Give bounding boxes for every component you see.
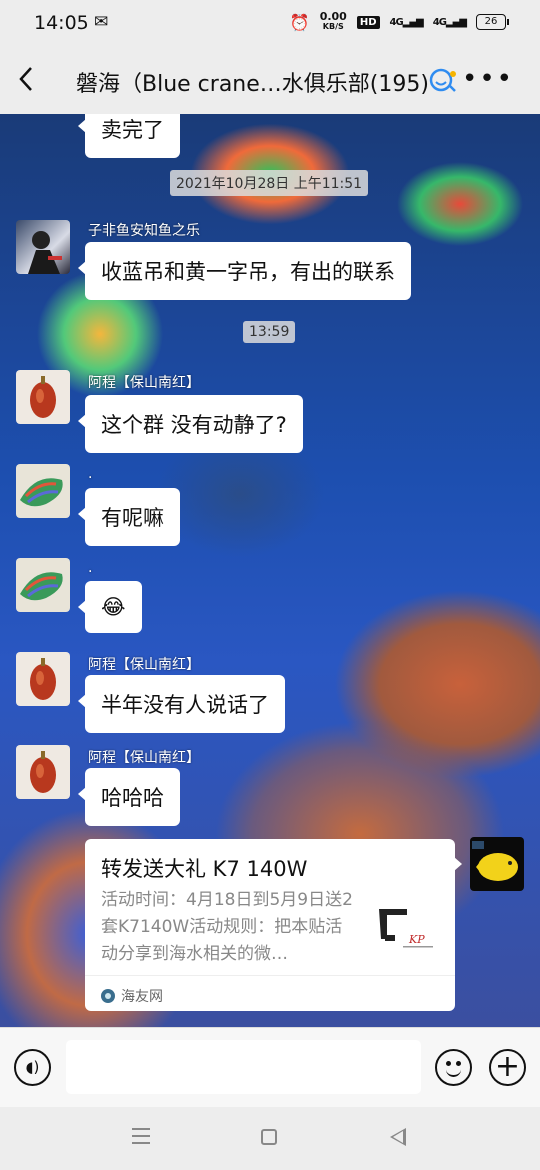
status-icons: ⏰ 0.00 KB/S HD 4G▂▄▆ 4G▂▄▆ 26 — [289, 10, 509, 32]
avatar[interactable] — [16, 558, 70, 612]
link-card[interactable]: 转发送大礼 K7 140W 活动时间：4月18日到5月9日送2套K7140W活动… — [85, 839, 462, 1011]
signal1-label: 4G — [389, 16, 404, 28]
message-bubble[interactable]: 半年没有人说话了 — [78, 675, 285, 733]
menu-nav-icon[interactable] — [132, 1128, 150, 1144]
timestamp: 2021年10月28日 上午11:51 — [170, 170, 369, 196]
message-bubble[interactable]: 有呢嘛 — [78, 488, 180, 546]
avatar-image — [30, 751, 56, 793]
emoji-button[interactable] — [435, 1049, 472, 1086]
chevron-left-icon — [19, 67, 32, 91]
avatar[interactable] — [16, 220, 70, 274]
message-input[interactable] — [66, 1040, 421, 1094]
message-bubble[interactable]: 😂 — [78, 581, 142, 633]
system-navbar — [0, 1107, 540, 1170]
message-bubble[interactable]: 收蓝吊和黄一字吊，有出的联系 — [78, 242, 411, 300]
signal2-label: 4G — [432, 16, 447, 28]
group-service-icon[interactable] — [428, 68, 458, 94]
svg-text:KP: KP — [408, 933, 425, 946]
avatar-image — [20, 478, 63, 507]
back-button[interactable] — [16, 64, 40, 96]
laughing-emoji-icon: 😂 — [101, 595, 126, 619]
wechat-icon: ✉ — [94, 12, 109, 32]
timestamp: 13:59 — [243, 321, 296, 343]
source-name: 海友网 — [121, 989, 163, 1005]
sender-name: 阿程【保山南红】 — [88, 657, 200, 673]
sender-name: . — [88, 466, 93, 482]
sender-name: 阿程【保山南红】 — [88, 750, 200, 766]
avatar[interactable] — [16, 370, 70, 424]
back-nav-icon[interactable] — [390, 1128, 406, 1146]
sender-name: . — [88, 560, 93, 576]
chat-area[interactable]: 卖完了 2021年10月28日 上午11:51 子非鱼安知鱼之乐 收蓝吊和黄一字… — [0, 114, 540, 1027]
voice-icon: ◖) — [25, 1058, 40, 1076]
avatar-image — [20, 572, 63, 601]
voice-button[interactable]: ◖) — [14, 1049, 51, 1086]
avatar-image — [472, 841, 518, 881]
netspeed-unit: KB/S — [322, 22, 344, 31]
message-bubble[interactable]: 哈哈哈 — [78, 768, 180, 826]
alarm-icon: ⏰ — [289, 12, 310, 32]
link-card-thumbnail: KP — [373, 895, 439, 961]
avatar[interactable] — [16, 745, 70, 799]
link-card-description: 活动时间：4月18日到5月9日送2套K7140W活动规则：把本贴活动分享到海水相… — [101, 890, 353, 964]
avatar-image — [30, 376, 56, 418]
input-bar: ◖) + — [0, 1027, 540, 1107]
avatar[interactable] — [16, 652, 70, 706]
message-bubble[interactable]: 卖完了 — [78, 114, 180, 158]
more-functions-button[interactable]: + — [489, 1049, 526, 1086]
link-card-title: 转发送大礼 K7 140W — [101, 857, 308, 881]
status-time: 14:05 — [34, 12, 89, 34]
signal-icon: 4G▂▄▆ — [389, 16, 424, 28]
hd-badge: HD — [356, 15, 380, 29]
avatar[interactable] — [16, 464, 70, 518]
battery-icon: 26 — [476, 14, 509, 30]
avatar-image — [30, 658, 56, 700]
sender-name: 阿程【保山南红】 — [88, 375, 200, 391]
link-card-source: 海友网 — [85, 975, 455, 1016]
signal-icon-2: 4G▂▄▆ — [432, 16, 467, 28]
avatar-image — [28, 231, 62, 274]
status-bar: 14:05 ✉ ⏰ 0.00 KB/S HD 4G▂▄▆ 4G▂▄▆ 26 — [0, 0, 540, 46]
source-logo-icon — [101, 989, 115, 1003]
sender-name: 子非鱼安知鱼之乐 — [88, 223, 200, 239]
chat-title[interactable]: 磐海（Blue crane…水俱乐部(195) — [76, 66, 429, 98]
my-avatar[interactable] — [470, 837, 524, 891]
plus-icon: + — [494, 1049, 521, 1084]
network-speed: 0.00 KB/S — [319, 10, 347, 32]
home-nav-icon[interactable] — [261, 1129, 277, 1145]
netspeed-value: 0.00 — [319, 10, 347, 23]
more-button[interactable]: ••• — [462, 64, 514, 94]
emoji-icon — [446, 1068, 461, 1077]
chat-header: 磐海（Blue crane…水俱乐部(195) ••• — [0, 46, 540, 114]
more-icon: ••• — [461, 64, 514, 94]
message-bubble[interactable]: 这个群 没有动静了? — [78, 395, 303, 453]
